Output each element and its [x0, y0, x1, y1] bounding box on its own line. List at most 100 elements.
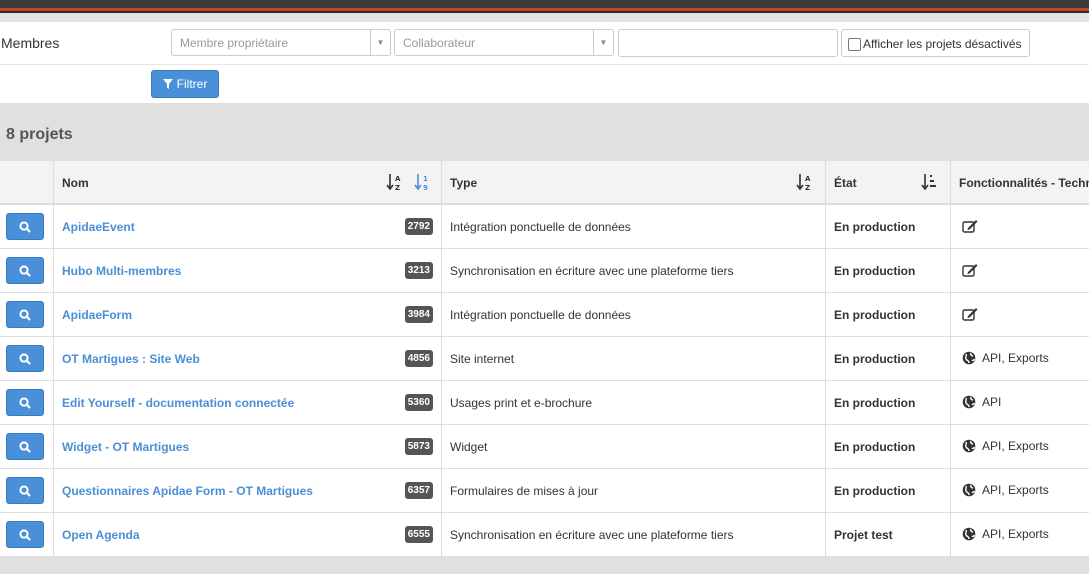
filter-button-label: Filtrer [176, 77, 208, 91]
row-type-cell: Formulaires de mises à jour [442, 469, 826, 512]
row-etat-cell: Projet test [826, 513, 951, 556]
filter-button[interactable]: Filtrer [151, 70, 219, 98]
project-name-link[interactable]: Open Agenda [62, 528, 140, 542]
collaborator-select[interactable]: Collaborateur ▼ [394, 29, 614, 56]
membres-label: Membres [1, 35, 60, 51]
table-footer [0, 557, 1089, 574]
view-project-button[interactable] [6, 213, 44, 240]
project-status: En production [834, 484, 916, 498]
project-id-badge: 2792 [404, 218, 433, 235]
row-type-cell: Usages print et e-brochure [442, 381, 826, 424]
row-actions-cell [0, 249, 54, 292]
project-name-link[interactable]: ApidaeEvent [62, 220, 135, 234]
project-type: Synchronisation en écriture avec une pla… [450, 264, 734, 278]
project-status: En production [834, 264, 916, 278]
project-features: API, Exports [982, 527, 1049, 541]
project-id-badge: 4856 [404, 350, 433, 367]
header-etat-label: État [834, 176, 857, 190]
project-id-badge: 3984 [404, 306, 433, 323]
row-fonc-cell: API, Exports [951, 513, 1089, 556]
project-name-link[interactable]: OT Martigues : Site Web [62, 352, 200, 366]
collaborator-placeholder: Collaborateur [403, 36, 476, 50]
row-etat-cell: En production [826, 249, 951, 292]
view-project-button[interactable] [6, 521, 44, 548]
top-header-bar [0, 0, 1089, 22]
header-nom[interactable]: Nom A Z 1 9 [54, 161, 442, 203]
svg-text:9: 9 [423, 184, 428, 191]
owner-member-select[interactable]: Membre propriétaire ▼ [171, 29, 391, 56]
search-icon [19, 440, 31, 453]
chevron-down-icon[interactable]: ▼ [593, 30, 613, 55]
row-fonc-cell: API, Exports [951, 337, 1089, 380]
table-row: ApidaeForm 3984 Intégration ponctuelle de … [0, 293, 1089, 337]
project-name-link[interactable]: Edit Yourself - documentation connectée [62, 396, 294, 410]
row-fonc-cell: API, Exports [951, 425, 1089, 468]
view-project-button[interactable] [6, 301, 44, 328]
row-fonc-cell [951, 293, 1089, 336]
project-status: En production [834, 396, 916, 410]
search-input[interactable] [618, 29, 838, 57]
project-name-link[interactable]: Hubo Multi-membres [62, 264, 181, 278]
table-row: Widget - OT Martigues 5873 Widget En produc… [0, 425, 1089, 469]
edit-icon [962, 219, 978, 233]
globe-icon [962, 527, 976, 541]
row-etat-cell: En production [826, 337, 951, 380]
svg-text:Z: Z [805, 184, 810, 191]
header-type-label: Type [450, 176, 478, 190]
table-row: ApidaeEvent 2792 Intégration ponctuelle de… [0, 205, 1089, 249]
sort-amount-icon[interactable] [921, 173, 937, 191]
svg-text:A: A [395, 175, 401, 183]
view-project-button[interactable] [6, 433, 44, 460]
sort-alpha-icon[interactable]: A Z [796, 173, 812, 191]
results-summary: 8 projets [0, 103, 1089, 161]
search-icon [19, 220, 31, 233]
header-type[interactable]: Type A Z [442, 161, 826, 203]
project-id-badge: 3213 [404, 262, 433, 279]
project-type: Formulaires de mises à jour [450, 484, 599, 498]
show-disabled-checkbox[interactable] [848, 38, 861, 51]
row-actions-cell [0, 469, 54, 512]
search-icon [19, 528, 31, 541]
project-name-link[interactable]: ApidaeForm [62, 308, 132, 322]
row-name-cell: OT Martigues : Site Web 4856 [54, 337, 442, 380]
row-name-cell: Open Agenda 6555 [54, 513, 442, 556]
svg-text:1: 1 [423, 175, 428, 183]
project-id-badge: 5360 [404, 394, 433, 411]
project-status: Projet test [834, 528, 893, 542]
view-project-button[interactable] [6, 345, 44, 372]
sort-numeric-icon[interactable]: 1 9 [414, 173, 430, 191]
header-fonc-label: Fonctionnalités - Techn [959, 176, 1089, 190]
project-name-link[interactable]: Widget - OT Martigues [62, 440, 189, 454]
project-name-link[interactable]: Questionnaires Apidae Form - OT Martigue… [62, 484, 313, 498]
row-name-cell: Widget - OT Martigues 5873 [54, 425, 442, 468]
edit-icon [962, 263, 978, 277]
funnel-icon [162, 79, 173, 89]
sort-alpha-icon[interactable]: A Z [386, 173, 402, 191]
row-actions-cell [0, 293, 54, 336]
row-etat-cell: En production [826, 205, 951, 248]
row-type-cell: Intégration ponctuelle de données [442, 293, 826, 336]
show-disabled-toggle[interactable]: Afficher les projets désactivés [841, 29, 1030, 57]
row-name-cell: Edit Yourself - documentation connectée 5… [54, 381, 442, 424]
row-type-cell: Synchronisation en écriture avec une pla… [442, 249, 826, 292]
show-disabled-label: Afficher les projets désactivés [863, 37, 1022, 51]
search-icon [19, 352, 31, 365]
row-actions-cell [0, 513, 54, 556]
chevron-down-icon[interactable]: ▼ [370, 30, 390, 55]
table-row: Edit Yourself - documentation connectée 5… [0, 381, 1089, 425]
project-id-badge: 6555 [404, 526, 433, 543]
view-project-button[interactable] [6, 477, 44, 504]
row-etat-cell: En production [826, 293, 951, 336]
row-name-cell: Hubo Multi-membres 3213 [54, 249, 442, 292]
svg-text:Z: Z [395, 184, 400, 191]
search-icon [19, 264, 31, 277]
table-row: Open Agenda 6555 Synchronisation en écritu… [0, 513, 1089, 557]
project-type: Intégration ponctuelle de données [450, 308, 631, 322]
view-project-button[interactable] [6, 389, 44, 416]
view-project-button[interactable] [6, 257, 44, 284]
svg-text:A: A [805, 175, 811, 183]
header-etat[interactable]: État [826, 161, 951, 203]
header-nom-label: Nom [62, 176, 89, 190]
table-row: OT Martigues : Site Web 4856 Site internet… [0, 337, 1089, 381]
project-status: En production [834, 440, 916, 454]
